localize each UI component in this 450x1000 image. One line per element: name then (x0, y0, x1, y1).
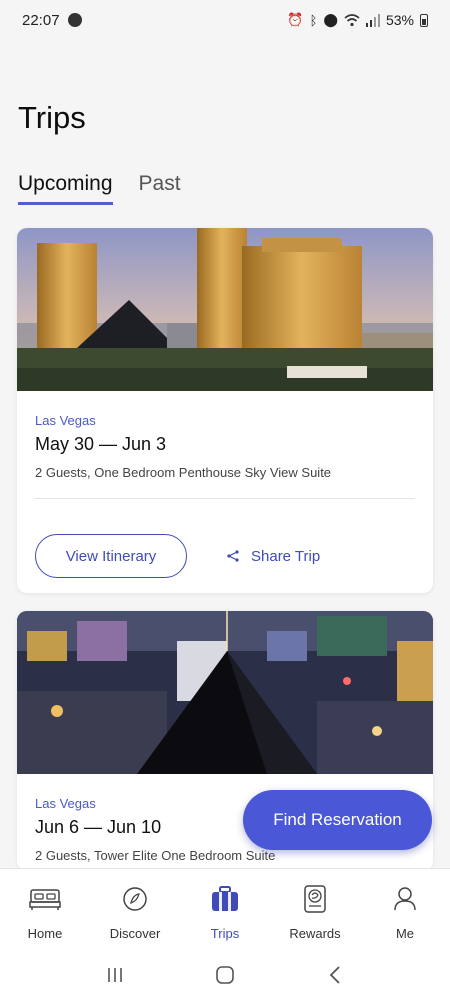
person-icon (388, 884, 422, 914)
nav-label-discover: Discover (109, 926, 161, 941)
location-icon: ⬤ (323, 12, 338, 27)
nav-label-home: Home (27, 926, 63, 941)
trip-dates: May 30 — Jun 3 (35, 434, 167, 454)
tab-past[interactable]: Past (139, 172, 181, 205)
nav-item-home[interactable]: Home (0, 869, 90, 941)
system-nav-bar (0, 950, 450, 1000)
nav-item-rewards[interactable]: Rewards (270, 869, 360, 941)
recent-apps-button[interactable] (95, 960, 135, 990)
nav-item-discover[interactable]: Discover (90, 869, 180, 941)
home-square-icon (216, 966, 234, 984)
nav-label-rewards: Rewards (289, 926, 341, 941)
hotel-photo (17, 228, 433, 391)
battery-percent: 53% (385, 12, 414, 28)
back-button[interactable] (315, 960, 355, 990)
status-time: 22:07 (22, 11, 60, 29)
trip-city: Las Vegas (35, 413, 96, 428)
alarm-icon: ⏰ (287, 12, 304, 27)
trip-tabs: Upcoming Past (18, 172, 181, 205)
trip-card[interactable]: Las Vegas May 30 — Jun 3 2 Guests, One B… (17, 228, 433, 593)
bluetooth-icon: ᛒ (309, 12, 318, 28)
bottom-nav: Home Discover Trips Rewards Me (0, 868, 450, 950)
compass-icon (118, 884, 152, 914)
tab-upcoming[interactable]: Upcoming (18, 172, 113, 205)
nav-label-trips: Trips (210, 926, 240, 941)
share-trip-label: Share Trip (251, 547, 321, 565)
back-chevron-icon (329, 966, 340, 984)
bed-icon (28, 884, 62, 914)
view-itinerary-button[interactable]: View Itinerary (35, 534, 187, 578)
home-button[interactable] (205, 960, 245, 990)
signal-icon (365, 13, 380, 27)
nav-label-me: Me (395, 926, 415, 941)
battery-icon (420, 13, 428, 27)
nav-item-me[interactable]: Me (360, 869, 450, 941)
divider (35, 498, 415, 499)
page-title: Trips (18, 100, 86, 135)
status-bar: 22:07 ⏰ ᛒ ⬤ 53% (0, 0, 450, 40)
hotel-photo (17, 611, 433, 774)
share-icon (227, 550, 239, 562)
suitcase-icon (208, 884, 242, 914)
wifi-icon (344, 13, 360, 26)
trip-room: 2 Guests, One Bedroom Penthouse Sky View… (35, 465, 332, 480)
notification-icon (67, 13, 82, 27)
nav-item-trips[interactable]: Trips (180, 869, 270, 941)
trip-room: 2 Guests, Tower Elite One Bedroom Suite (35, 848, 276, 863)
recent-apps-icon (108, 968, 122, 982)
share-trip-button[interactable]: Share Trip (227, 548, 320, 565)
find-reservation-button[interactable]: Find Reservation (243, 790, 432, 850)
rewards-card-icon (298, 884, 332, 914)
